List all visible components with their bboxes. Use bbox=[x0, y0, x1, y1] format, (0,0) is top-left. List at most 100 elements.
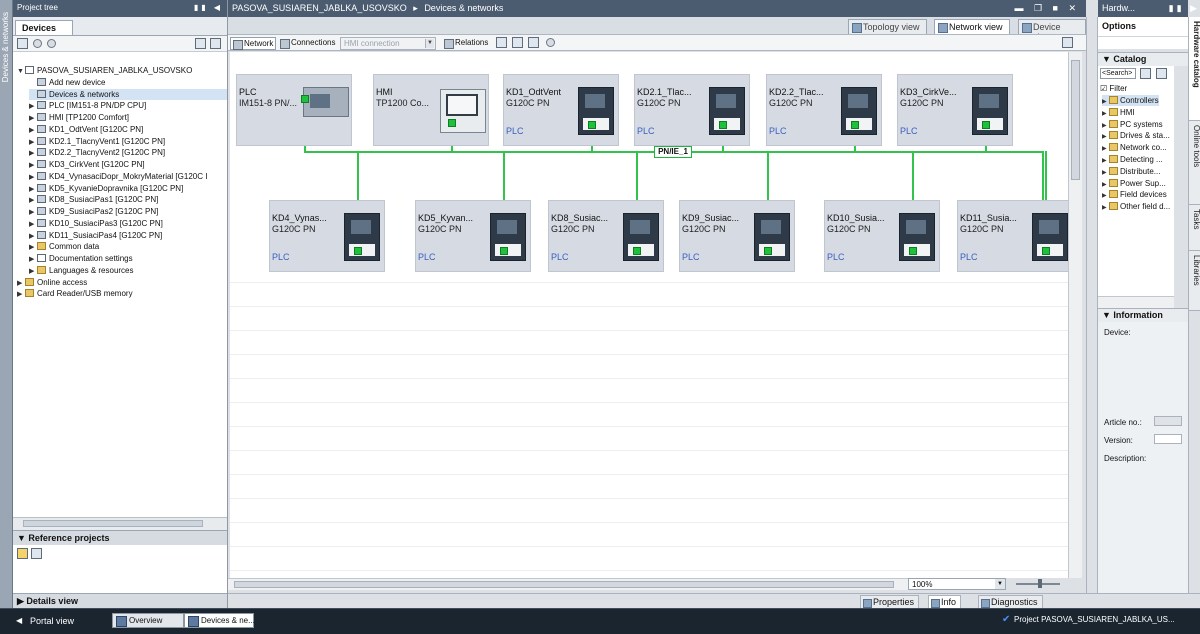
new-item-icon[interactable] bbox=[17, 38, 28, 49]
catalog-item[interactable]: ▶ Controllers bbox=[1102, 95, 1159, 106]
version-select[interactable] bbox=[1154, 434, 1182, 444]
relations-button[interactable]: Relations bbox=[442, 37, 490, 50]
device-box[interactable]: KD10_Susia... G120C PN PLC bbox=[824, 200, 940, 272]
expand-arrow-icon[interactable]: ▶ bbox=[1102, 203, 1109, 214]
tree-item[interactable]: ▶ Card Reader/USB memory bbox=[17, 288, 227, 299]
expand-arrow-icon[interactable]: ▶ bbox=[29, 101, 37, 112]
profinet-port-icon[interactable] bbox=[719, 121, 727, 129]
expand-arrow-icon[interactable]: ▶ bbox=[29, 113, 37, 124]
layout-icon[interactable] bbox=[528, 37, 539, 48]
overview-toggle-icon[interactable] bbox=[1062, 37, 1073, 48]
tab-device-view[interactable]: Device view bbox=[1018, 19, 1086, 42]
expand-arrow-icon[interactable]: ▶ bbox=[29, 254, 37, 265]
profinet-port-icon[interactable] bbox=[354, 247, 362, 255]
scroll-thumb[interactable] bbox=[1071, 60, 1080, 180]
profinet-port-icon[interactable] bbox=[588, 121, 596, 129]
catalog-header[interactable]: ▼ Catalog bbox=[1098, 52, 1188, 66]
tree-item[interactable]: ▶ KD10_SusiaciPas3 [G120C PN] bbox=[29, 218, 227, 229]
tree-item[interactable]: ▶ KD11_SusiaciPas4 [G120C PN] bbox=[29, 230, 227, 241]
profinet-port-icon[interactable] bbox=[448, 119, 456, 127]
device-box[interactable]: KD8_Susiac... G120C PN PLC bbox=[548, 200, 664, 272]
tree-item[interactable]: ▶ Common data bbox=[29, 241, 227, 252]
device-box[interactable]: KD9_Susiac... G120C PN PLC bbox=[679, 200, 795, 272]
expand-arrow-icon[interactable]: ▶ bbox=[29, 266, 37, 277]
tab-tasks[interactable]: Tasks bbox=[1189, 205, 1200, 251]
device-box[interactable]: KD3_CirkVe... G120C PN PLC bbox=[897, 74, 1013, 146]
device-box[interactable]: KD2.2_Tlac... G120C PN PLC bbox=[766, 74, 882, 146]
search-next-icon[interactable] bbox=[1156, 68, 1167, 79]
catalog-search-input[interactable]: <Search> bbox=[1100, 68, 1136, 79]
tree-item[interactable]: ▶ KD8_SusiaciPas1 [G120C PN] bbox=[29, 194, 227, 205]
left-side-strip[interactable]: Devices & networks bbox=[0, 0, 13, 608]
plc-link[interactable]: PLC bbox=[769, 126, 787, 136]
expand-arrow-icon[interactable]: ▶ bbox=[29, 172, 37, 183]
zoom-slider-knob[interactable] bbox=[1038, 579, 1042, 588]
tree-item[interactable]: ▶ KD2.2_TlacnyVent2 [G120C PN] bbox=[29, 147, 227, 158]
expand-arrow-icon[interactable]: ▶ bbox=[29, 184, 37, 195]
zoom-select[interactable]: 100% ▼ bbox=[908, 578, 1006, 590]
options-header[interactable]: Options bbox=[1098, 17, 1188, 37]
network-canvas[interactable]: PLC IM151-8 PN/... HMI TP1200 Co... KD1_OdtV… bbox=[230, 52, 1068, 578]
plc-link[interactable]: PLC bbox=[682, 252, 700, 262]
chevron-down-icon[interactable]: ▼ bbox=[995, 579, 1005, 589]
profinet-port-icon[interactable] bbox=[1042, 247, 1050, 255]
catalog-item[interactable]: ▶ Network co... bbox=[1102, 142, 1167, 153]
tree-item[interactable]: ▶ KD1_OdtVent [G120C PN] bbox=[29, 124, 227, 135]
window-controls-icon[interactable]: ▬ ❐ ■ ✕ bbox=[1014, 3, 1080, 14]
tree-item[interactable]: ▶ KD9_SusiaciPas2 [G120C PN] bbox=[29, 206, 227, 217]
plc-link[interactable]: PLC bbox=[418, 252, 436, 262]
canvas-vertical-scrollbar[interactable] bbox=[1068, 52, 1082, 578]
tree-item[interactable]: ▶ HMI [TP1200 Comfort] bbox=[29, 112, 227, 123]
plc-link[interactable]: PLC bbox=[637, 126, 655, 136]
catalog-item[interactable]: ▶ HMI bbox=[1102, 107, 1135, 118]
catalog-item[interactable]: ▶ Field devices bbox=[1102, 189, 1167, 200]
catalog-item[interactable]: ▶ Other field d... bbox=[1102, 201, 1170, 212]
catalog-scrollbar[interactable] bbox=[1098, 296, 1174, 308]
catalog-item[interactable]: ▶ Detecting ... bbox=[1102, 154, 1163, 165]
tab-hardware-catalog[interactable]: Hardware catalog bbox=[1189, 17, 1200, 121]
device-box[interactable]: KD4_Vynas... G120C PN PLC bbox=[269, 200, 385, 272]
portal-view-button[interactable]: ◀ Portal view bbox=[14, 613, 74, 629]
tree-horizontal-scrollbar[interactable] bbox=[13, 517, 227, 529]
device-box[interactable]: KD2.1_Tlac... G120C PN PLC bbox=[634, 74, 750, 146]
tree-item[interactable]: ▶ Documentation settings bbox=[29, 253, 227, 264]
device-box[interactable]: KD11_Susia... G120C PN PLC bbox=[957, 200, 1068, 272]
panel-controls-icon[interactable]: ▮▮ ▶ bbox=[1169, 3, 1200, 14]
tree-item[interactable]: Devices & networks bbox=[29, 88, 227, 100]
tab-diagnostics[interactable]: Diagnostics bbox=[978, 595, 1043, 608]
overview-icon[interactable] bbox=[210, 38, 221, 49]
catalog-item[interactable]: ▶ Distribute... bbox=[1102, 166, 1160, 177]
tree-item[interactable]: Add new device bbox=[29, 77, 227, 88]
task-overview[interactable]: Overview bbox=[112, 613, 184, 628]
table-view-icon[interactable] bbox=[195, 38, 206, 49]
network-button[interactable]: Network bbox=[230, 37, 277, 50]
device-box[interactable]: KD1_OdtVent G120C PN PLC bbox=[503, 74, 619, 146]
zoom-slider[interactable] bbox=[1016, 579, 1060, 588]
devices-tab[interactable]: Devices bbox=[15, 20, 73, 35]
expand-arrow-icon[interactable]: ▶ bbox=[29, 148, 37, 159]
scroll-thumb[interactable] bbox=[234, 581, 894, 588]
profinet-port-icon[interactable] bbox=[982, 121, 990, 129]
reference-projects-header[interactable]: ▼ Reference projects bbox=[13, 530, 227, 545]
forward-icon[interactable] bbox=[47, 39, 56, 48]
plc-link[interactable]: PLC bbox=[506, 126, 524, 136]
catalog-filter[interactable]: ☑ Filter bbox=[1100, 83, 1127, 94]
catalog-item[interactable]: ▶ Power Sup... bbox=[1102, 178, 1166, 189]
back-icon[interactable] bbox=[33, 39, 42, 48]
plc-link[interactable]: PLC bbox=[551, 252, 569, 262]
tree-item[interactable]: ▶ Languages & resources bbox=[29, 265, 227, 276]
plc-link[interactable]: PLC bbox=[272, 252, 290, 262]
search-icon[interactable] bbox=[1140, 68, 1151, 79]
tree-item[interactable]: ▶ PLC [IM151-8 PN/DP CPU] bbox=[29, 100, 227, 111]
tree-item[interactable]: ▶ KD2.1_TlacnyVent1 [G120C PN] bbox=[29, 136, 227, 147]
chevron-down-icon[interactable]: ▼ bbox=[425, 39, 434, 48]
expand-arrow-icon[interactable]: ▶ bbox=[17, 278, 25, 289]
catalog-item[interactable]: ▶ Drives & sta... bbox=[1102, 130, 1170, 141]
tree-item[interactable]: ▶ KD4_VynasaciDopr_MokryMaterial [G120C I bbox=[29, 171, 227, 182]
device-box[interactable]: KD5_Kyvan... G120C PN PLC bbox=[415, 200, 531, 272]
expand-arrow-icon[interactable]: ▶ bbox=[29, 160, 37, 171]
tab-network-view[interactable]: Network view bbox=[934, 19, 1010, 34]
catalog-item[interactable]: ▶ PC systems bbox=[1102, 119, 1163, 130]
device-box[interactable]: HMI TP1200 Co... bbox=[373, 74, 489, 146]
checkbox-icon[interactable]: ☑ bbox=[1100, 84, 1109, 93]
